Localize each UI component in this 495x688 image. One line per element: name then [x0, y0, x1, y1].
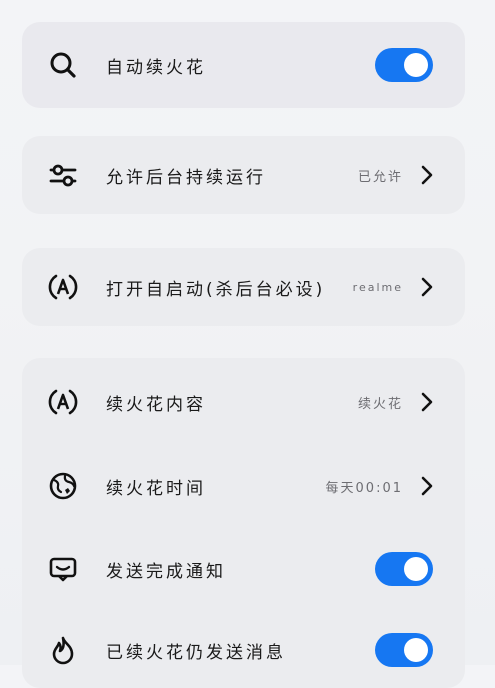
setting-value: realme	[352, 280, 403, 294]
finish-notify-toggle[interactable]	[375, 552, 433, 586]
card-auto-renew: 自动续火花	[22, 22, 465, 108]
setting-label: 发送完成通知	[106, 561, 226, 582]
chevron-right-icon	[419, 475, 435, 497]
setting-label: 允许后台持续运行	[106, 167, 266, 188]
toggle-knob	[404, 53, 428, 77]
flame-icon	[48, 635, 78, 665]
card-spark-settings: 续火花内容 续火花 续火花时间 每天00:01 发送完成通知 已续火花仍发送消息	[22, 358, 465, 688]
card-autostart: 打开自启动(杀后台必设) realme	[22, 248, 465, 326]
auto-renew-toggle[interactable]	[375, 48, 433, 82]
setting-label: 自动续火花	[106, 57, 206, 78]
setting-label: 续火花时间	[106, 478, 206, 499]
send-anyway-toggle[interactable]	[375, 633, 433, 667]
setting-row-spark-content[interactable]: 续火花内容 续火花	[22, 372, 465, 432]
setting-label: 打开自启动(杀后台必设)	[106, 279, 326, 300]
setting-row-autostart[interactable]: 打开自启动(杀后台必设) realme	[22, 257, 465, 317]
toggle-knob	[404, 638, 428, 662]
setting-row-auto-renew[interactable]: 自动续火花	[22, 35, 465, 95]
setting-value: 已允许	[357, 169, 403, 185]
content-a-icon	[48, 387, 78, 417]
setting-value: 续火花	[357, 396, 403, 412]
toggle-knob	[404, 557, 428, 581]
notification-icon	[48, 554, 78, 584]
chevron-right-icon	[419, 391, 435, 413]
chevron-right-icon	[419, 276, 435, 298]
setting-row-spark-time[interactable]: 续火花时间 每天00:01	[22, 456, 465, 516]
setting-row-background-run[interactable]: 允许后台持续运行 已允许	[22, 145, 465, 205]
setting-label: 已续火花仍发送消息	[106, 642, 286, 663]
setting-value: 每天00:01	[325, 480, 403, 496]
chevron-right-icon	[419, 164, 435, 186]
globe-clock-icon	[48, 471, 78, 501]
search-icon	[48, 50, 78, 80]
sliders-icon	[48, 160, 78, 190]
setting-label: 续火花内容	[106, 394, 206, 415]
setting-row-finish-notify[interactable]: 发送完成通知	[22, 539, 465, 599]
autostart-a-icon	[48, 272, 78, 302]
card-background-run: 允许后台持续运行 已允许	[22, 136, 465, 214]
setting-row-send-anyway[interactable]: 已续火花仍发送消息	[22, 620, 465, 680]
